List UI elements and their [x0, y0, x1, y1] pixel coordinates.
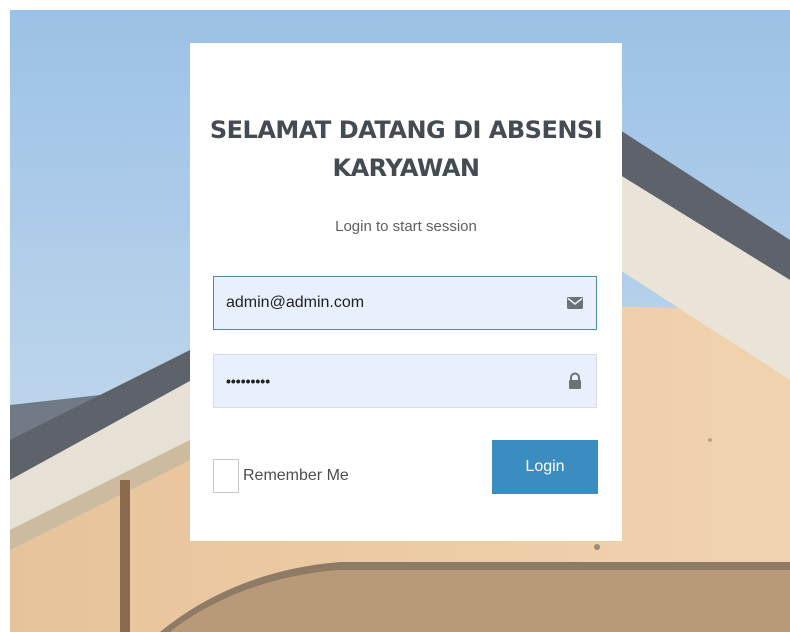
password-input-value[interactable]: ••••••••• — [226, 355, 270, 407]
remember-me[interactable]: Remember Me — [213, 458, 349, 494]
login-card: SELAMAT DATANG DI ABSENSI KARYAWAN Login… — [190, 43, 622, 541]
email-input-value[interactable]: admin@admin.com — [226, 277, 364, 329]
envelope-icon — [566, 294, 584, 312]
title-line-2: KARYAWAN — [332, 154, 480, 182]
lock-icon — [566, 372, 584, 390]
email-field[interactable]: admin@admin.com — [213, 276, 597, 330]
remember-me-label: Remember Me — [243, 467, 349, 484]
login-page: SELAMAT DATANG DI ABSENSI KARYAWAN Login… — [0, 0, 790, 632]
card-subtitle: Login to start session — [335, 218, 477, 235]
remember-me-checkbox[interactable] — [213, 459, 239, 493]
login-button[interactable]: Login — [492, 440, 598, 494]
page-title: SELAMAT DATANG DI ABSENSI KARYAWAN — [190, 111, 622, 187]
title-line-1: SELAMAT DATANG DI ABSENSI — [209, 116, 603, 144]
password-field[interactable]: ••••••••• — [213, 354, 597, 408]
